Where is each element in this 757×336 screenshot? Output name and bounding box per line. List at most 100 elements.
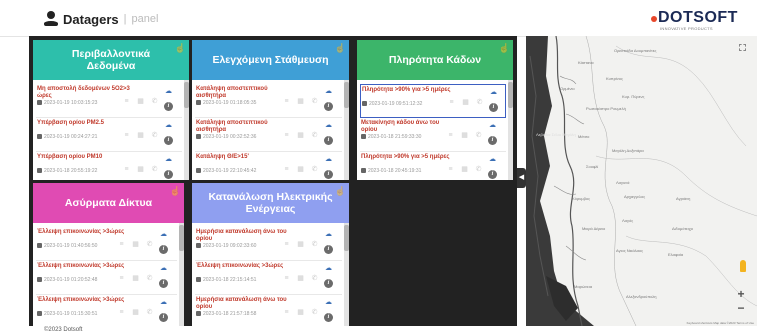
calendar-icon[interactable]: ▦ — [136, 166, 145, 175]
phone-icon[interactable]: ✆ — [150, 166, 159, 175]
calendar-icon[interactable]: ▦ — [136, 98, 145, 107]
list-icon[interactable]: ≡ — [282, 241, 291, 250]
scrollbar-thumb[interactable] — [344, 82, 349, 108]
alert-item[interactable]: Έλλειψη επικοινωνίας >3ώρες 2023-01-19 01… — [36, 227, 177, 261]
wifi-icon[interactable]: ☁ — [324, 231, 333, 240]
hand-pointer-icon[interactable]: ☝ — [499, 42, 510, 54]
info-icon[interactable]: i — [489, 103, 498, 112]
info-icon[interactable]: i — [159, 245, 168, 254]
info-icon[interactable]: i — [159, 313, 168, 322]
phone-icon[interactable]: ✆ — [145, 275, 154, 284]
dotsoft-logo[interactable]: DOTSOFT INNOVATIVE PRODUCTS — [651, 9, 737, 31]
phone-icon[interactable]: ✆ — [150, 132, 159, 141]
phone-icon[interactable]: ✆ — [310, 166, 319, 175]
alert-item[interactable]: Ημερήσια κατανάλωση άνω του ορίου 2023-01… — [195, 295, 342, 326]
calendar-icon[interactable]: ▦ — [296, 132, 305, 141]
card-scrollbar[interactable] — [508, 80, 513, 180]
wifi-icon[interactable]: ☁ — [324, 265, 333, 274]
card-scrollbar[interactable] — [184, 80, 189, 180]
calendar-icon[interactable]: ▦ — [296, 309, 305, 318]
scrollbar-thumb[interactable] — [179, 225, 184, 251]
wifi-icon[interactable]: ☁ — [164, 88, 173, 97]
alert-item[interactable]: Υπέρβαση ορίου PM2.5 2023-01-19 00:24:27:… — [36, 118, 182, 152]
list-icon[interactable]: ≡ — [282, 309, 291, 318]
alert-item[interactable]: Μετακίνηση κάδου άνω του ορίου 2023-01-18… — [360, 118, 506, 152]
wifi-icon[interactable]: ☁ — [324, 156, 333, 165]
map-attribution[interactable]: Keyboard shortcuts Map data ©2023 Terms … — [687, 321, 754, 325]
list-icon[interactable]: ≡ — [282, 275, 291, 284]
hand-pointer-icon[interactable]: ☝ — [170, 185, 181, 197]
phone-icon[interactable]: ✆ — [310, 132, 319, 141]
phone-icon[interactable]: ✆ — [145, 309, 154, 318]
calendar-icon[interactable]: ▦ — [460, 166, 469, 175]
calendar-icon[interactable]: ▦ — [296, 241, 305, 250]
zoom-out-button[interactable]: − — [735, 302, 747, 314]
alert-item[interactable]: Έλλειψη επικοινωνίας >3ώρες 2023-01-18 22… — [195, 261, 342, 295]
card-header[interactable]: Ελεγχόμενη Στάθμευση ☝ — [192, 40, 349, 80]
wifi-icon[interactable]: ☁ — [324, 88, 333, 97]
phone-icon[interactable]: ✆ — [475, 99, 484, 108]
hand-pointer-icon[interactable]: ☝ — [335, 185, 346, 197]
calendar-icon[interactable]: ▦ — [461, 99, 470, 108]
list-icon[interactable]: ≡ — [122, 98, 131, 107]
info-icon[interactable]: i — [164, 170, 173, 179]
calendar-icon[interactable]: ▦ — [296, 166, 305, 175]
card-scrollbar[interactable] — [344, 80, 349, 180]
alert-item[interactable]: Κατάληψη αποστεπτικού αισθητήρα 2023-01-1… — [195, 118, 342, 152]
list-icon[interactable]: ≡ — [446, 166, 455, 175]
info-icon[interactable]: i — [159, 279, 168, 288]
scrollbar-thumb[interactable] — [184, 82, 189, 108]
calendar-icon[interactable]: ▦ — [296, 98, 305, 107]
calendar-icon[interactable]: ▦ — [296, 275, 305, 284]
info-icon[interactable]: i — [324, 102, 333, 111]
calendar-icon[interactable]: ▦ — [136, 132, 145, 141]
alert-item[interactable]: Μη αποστολή δεδομένων 5Ο2>3 ώρες 2023-01-… — [36, 84, 182, 118]
info-icon[interactable]: i — [324, 313, 333, 322]
list-icon[interactable]: ≡ — [117, 309, 126, 318]
list-icon[interactable]: ≡ — [446, 132, 455, 141]
collapse-map-toggle[interactable]: ◀ — [517, 168, 526, 188]
calendar-icon[interactable]: ▦ — [460, 132, 469, 141]
wifi-icon[interactable]: ☁ — [159, 231, 168, 240]
list-icon[interactable]: ≡ — [282, 98, 291, 107]
alert-item[interactable]: Κατάληψη αποστεπτικού αισθητήρα 2023-01-1… — [195, 84, 342, 118]
list-icon[interactable]: ≡ — [117, 241, 126, 250]
alert-item[interactable]: Πληρότητα >90% για >5 ημέρες 2023-01-18 2… — [360, 152, 506, 180]
alert-item[interactable]: Ημερήσια κατανάλωση άνω του ορίου 2023-01… — [195, 227, 342, 261]
card-header[interactable]: Πληρότητα Κάδων ☝ — [357, 40, 513, 80]
scrollbar-thumb[interactable] — [508, 82, 513, 108]
card-scrollbar[interactable] — [344, 223, 349, 326]
hand-pointer-icon[interactable]: ☝ — [335, 42, 346, 54]
phone-icon[interactable]: ✆ — [474, 166, 483, 175]
map[interactable]: Ορεστιάδα Δουμπανίτες Κάστανα Ορμένιο Κυ… — [526, 36, 757, 326]
wifi-icon[interactable]: ☁ — [164, 122, 173, 131]
phone-icon[interactable]: ✆ — [150, 98, 159, 107]
list-icon[interactable]: ≡ — [122, 132, 131, 141]
phone-icon[interactable]: ✆ — [474, 132, 483, 141]
wifi-icon[interactable]: ☁ — [159, 299, 168, 308]
card-header[interactable]: Περιβαλλοντικά Δεδομένα ☝ — [33, 40, 189, 80]
alert-item[interactable]: Υπέρβαση ορίου PM10 2023-01-18 20:55:19:2… — [36, 152, 182, 180]
phone-icon[interactable]: ✆ — [145, 241, 154, 250]
info-icon[interactable]: i — [488, 170, 497, 179]
info-icon[interactable]: i — [164, 136, 173, 145]
wifi-icon[interactable]: ☁ — [164, 156, 173, 165]
wifi-icon[interactable]: ☁ — [489, 89, 498, 98]
hand-pointer-icon[interactable]: ☝ — [175, 42, 186, 54]
list-icon[interactable]: ≡ — [282, 166, 291, 175]
card-header[interactable]: Ασύρματα Δίκτυα ☝ — [33, 183, 184, 223]
phone-icon[interactable]: ✆ — [310, 98, 319, 107]
calendar-icon[interactable]: ▦ — [131, 241, 140, 250]
info-icon[interactable]: i — [324, 136, 333, 145]
info-icon[interactable]: i — [164, 102, 173, 111]
alert-item[interactable]: Έλλειψη επικοινωνίας >3ώρες 2023-01-19 01… — [36, 295, 177, 326]
pegman-icon[interactable] — [740, 260, 746, 272]
phone-icon[interactable]: ✆ — [310, 309, 319, 318]
list-icon[interactable]: ≡ — [282, 132, 291, 141]
scrollbar-thumb[interactable] — [344, 225, 349, 251]
zoom-in-button[interactable]: + — [735, 288, 747, 300]
card-scrollbar[interactable] — [179, 223, 184, 326]
alert-item[interactable]: Κατάληψη Θ/Ε>15' 2023-01-19 22:10:45:42 ≡ ▦… — [195, 152, 342, 180]
info-icon[interactable]: i — [488, 136, 497, 145]
wifi-icon[interactable]: ☁ — [324, 299, 333, 308]
